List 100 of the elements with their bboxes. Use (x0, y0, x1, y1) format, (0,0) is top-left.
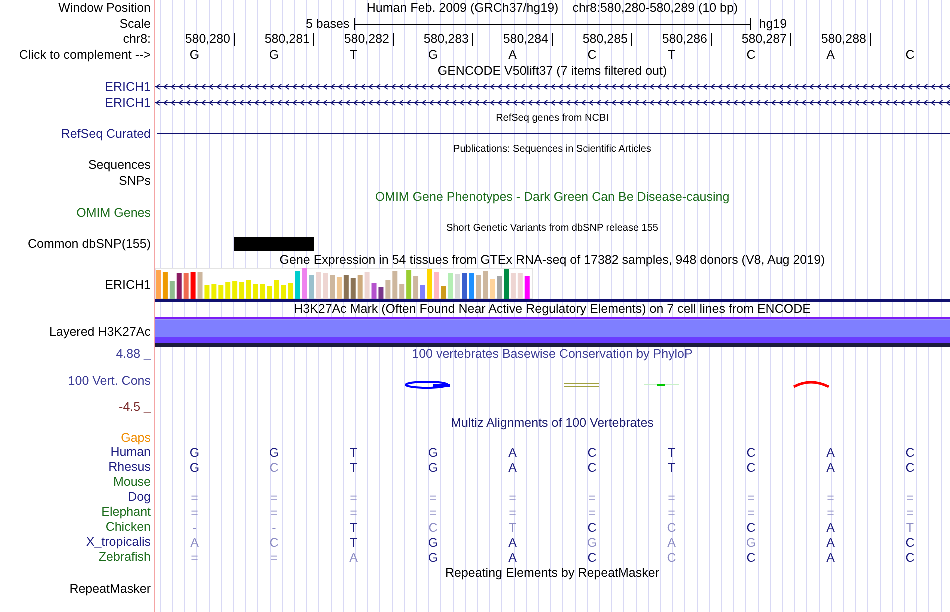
aligned-base: = (270, 506, 278, 520)
aligned-base: = (748, 490, 755, 504)
track-label[interactable]: Scale (120, 16, 151, 32)
track-label[interactable]: Click to complement --> (19, 48, 151, 62)
reference-base[interactable]: G (428, 48, 438, 62)
aligned-base: = (906, 506, 914, 520)
aligned-base: T (668, 446, 676, 460)
aligned-base: C (667, 520, 676, 534)
aligned-base: = (270, 490, 278, 504)
track-label[interactable]: ERICH1 (105, 278, 151, 292)
aligned-base: T (508, 520, 517, 534)
track-label[interactable]: ERICH1 (105, 96, 151, 110)
aligned-base: = (827, 490, 834, 504)
axis-min-label: -4.5 _ (119, 400, 151, 415)
aligned-base: = (748, 506, 755, 520)
aligned-base: A (826, 460, 835, 474)
aligned-base: = (906, 490, 914, 504)
assembly-title: Human Feb. 2009 (GRCh37/hg19) (366, 1, 559, 15)
species-label: X_tropicalis (86, 535, 151, 550)
aligned-base: A (508, 536, 517, 550)
track-label[interactable]: chr8: (123, 32, 151, 47)
track-label[interactable]: Layered H3K27Ac (50, 324, 151, 340)
track-label[interactable]: 100 Vert. Cons (68, 374, 151, 388)
position-label: 580,285 (582, 33, 632, 46)
track-label[interactable]: Sequences (88, 158, 151, 172)
aligned-base: C (588, 550, 597, 564)
aligned-base: G (428, 460, 438, 474)
aligned-base: A (826, 550, 835, 564)
aligned-base: C (588, 460, 597, 474)
reference-base[interactable]: G (269, 48, 280, 62)
assembly-label: hg19 (759, 17, 788, 31)
position-label: 580,283 (424, 33, 473, 46)
track-label[interactable]: RefSeq Curated (61, 126, 151, 142)
track-label[interactable]: SNPs (119, 174, 151, 188)
track-label[interactable]: Common dbSNP(155) (28, 236, 151, 252)
aligned-base: C (906, 550, 915, 564)
track-label[interactable]: RepeatMasker (70, 582, 151, 596)
aligned-base: - (272, 520, 276, 534)
track-title: Gene Expression in 54 tissues from GTEx RNA-seq of 17382 samples, 948 donors (V8, Aug 2019) (280, 253, 826, 267)
reference-base[interactable]: A (508, 48, 517, 62)
aligned-base: G (190, 446, 200, 460)
reference-base[interactable]: C (746, 48, 756, 62)
track-title: Publications: Sequences in Scientific Articles (454, 142, 652, 156)
aligned-base: C (588, 520, 597, 534)
aligned-base: = (668, 506, 676, 520)
aligned-base: C (270, 460, 279, 474)
track-label[interactable]: OMIM Genes (76, 206, 151, 220)
position-label: 580,288 (821, 33, 870, 46)
aligned-base: = (827, 506, 834, 520)
reference-base[interactable]: G (190, 48, 200, 62)
variant-bar[interactable] (234, 237, 314, 251)
track-title: Repeating Elements by RepeatMasker (445, 566, 660, 580)
aligned-base: G (587, 536, 598, 550)
aligned-base: = (588, 506, 596, 520)
aligned-base: T (668, 460, 676, 474)
aligned-base: A (826, 536, 835, 550)
aligned-base: T (350, 520, 358, 534)
species-label: Zebrafish (98, 550, 151, 565)
aligned-base: = (509, 490, 516, 504)
location-text: chr8:580,280-580,289 (10 bp) (572, 1, 738, 15)
track-label[interactable]: ERICH1 (105, 80, 151, 94)
track-label[interactable]: Window Position (58, 0, 151, 16)
aligned-base: C (428, 520, 438, 534)
track-title: Short Genetic Variants from dbSNP release 155 (446, 222, 658, 236)
track-title: Multiz Alignments of 100 Vertebrates (451, 416, 654, 430)
aligned-base: = (191, 490, 198, 504)
position-label: 580,280 (185, 33, 234, 46)
aligned-base: G (746, 536, 756, 550)
aligned-base: A (508, 460, 517, 474)
track-title: RefSeq genes from NCBI (496, 112, 609, 126)
reference-base[interactable]: T (350, 48, 358, 62)
reference-base[interactable]: T (668, 48, 676, 62)
axis-max-label: 4.88 _ (116, 347, 151, 362)
track-title: H3K27Ac Mark (Often Found Near Active Regulatory Elements) on 7 cell lines from ENCODE (294, 302, 811, 316)
aligned-base: G (428, 446, 438, 460)
aligned-base: C (746, 446, 756, 460)
reference-base[interactable]: A (826, 48, 835, 62)
scale-text: 5 bases (306, 17, 350, 31)
reference-base[interactable]: C (588, 48, 597, 62)
species-label: Dog (128, 490, 151, 505)
aligned-base: A (350, 550, 358, 564)
aligned-base: C (667, 550, 676, 564)
reference-base[interactable]: C (906, 48, 915, 62)
aligned-base: A (508, 446, 517, 460)
track-title: OMIM Gene Phenotypes - Dark Green Can Be Disease-causing (375, 190, 730, 204)
aligned-base: = (588, 490, 596, 504)
species-label: Elephant (102, 505, 151, 520)
aligned-base: A (668, 536, 676, 550)
position-label: 580,284 (503, 33, 552, 46)
track-label: Gaps (121, 430, 151, 446)
position-label: 580,286 (662, 33, 712, 46)
aligned-base: G (428, 550, 438, 564)
aligned-base: C (588, 446, 597, 460)
aligned-base: A (190, 536, 199, 550)
aligned-base: - (192, 520, 197, 534)
aligned-base: = (509, 506, 516, 520)
aligned-base: G (269, 446, 280, 460)
aligned-base: G (428, 536, 438, 550)
aligned-base: T (906, 520, 914, 534)
species-label: Rhesus (108, 460, 151, 475)
